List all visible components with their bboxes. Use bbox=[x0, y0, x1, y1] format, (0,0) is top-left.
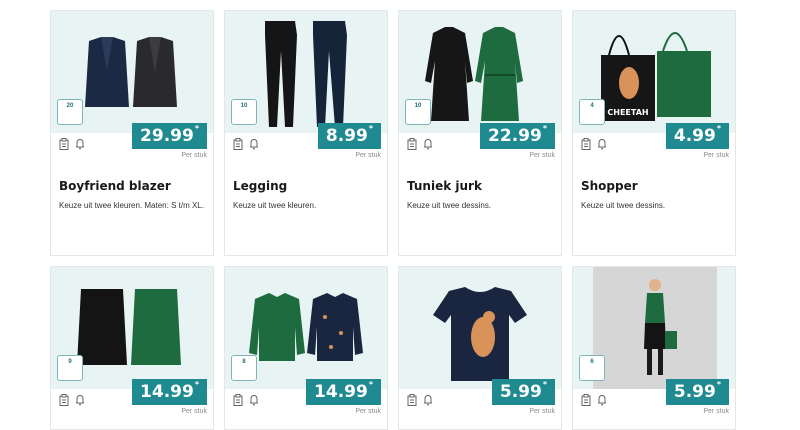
rating-badge: 4 bbox=[579, 99, 605, 125]
rating-badge: 6 bbox=[579, 355, 605, 381]
price-unit: Per stuk bbox=[181, 408, 207, 415]
product-image[interactable]: 10 bbox=[225, 11, 387, 133]
bell-icon[interactable] bbox=[249, 394, 259, 406]
price-value: 14.99 bbox=[314, 382, 368, 402]
price-unit: Per stuk bbox=[355, 408, 381, 415]
price-value: 8.99 bbox=[325, 126, 368, 146]
tshirt-image bbox=[433, 287, 527, 381]
price-value: 5.99 bbox=[499, 382, 542, 402]
clipboard-icon[interactable] bbox=[59, 138, 69, 150]
price-mark: * bbox=[716, 380, 721, 389]
clipboard-icon[interactable] bbox=[581, 394, 591, 406]
product-card-shopper[interactable]: CHEETAH 4 4.99* Per stuk Shopper Keuze u… bbox=[572, 10, 736, 256]
bell-icon[interactable] bbox=[249, 138, 259, 150]
action-icons bbox=[581, 138, 607, 150]
price-mark: * bbox=[542, 124, 547, 133]
product-description: Keuze uit twee dessins. bbox=[407, 201, 492, 210]
product-image[interactable]: 8 bbox=[225, 267, 387, 389]
price-unit: Per stuk bbox=[703, 152, 729, 159]
price-tag: 14.99* bbox=[306, 379, 381, 405]
price-mark: * bbox=[716, 124, 721, 133]
price-value: 29.99 bbox=[140, 126, 194, 146]
rating-badge: 10 bbox=[231, 99, 257, 125]
price-tag: 14.99* bbox=[132, 379, 207, 405]
bell-icon[interactable] bbox=[423, 394, 433, 406]
clipboard-icon[interactable] bbox=[407, 394, 417, 406]
badge-value: 10 bbox=[414, 103, 422, 109]
action-icons bbox=[233, 394, 259, 406]
price-tag: 8.99* bbox=[317, 123, 381, 149]
bell-icon[interactable] bbox=[75, 394, 85, 406]
product-title[interactable]: Legging bbox=[233, 179, 287, 193]
price-value: 14.99 bbox=[140, 382, 194, 402]
price-tag: 4.99* bbox=[665, 123, 729, 149]
price-unit: Per stuk bbox=[355, 152, 381, 159]
action-icons bbox=[59, 394, 85, 406]
price-mark: * bbox=[368, 380, 373, 389]
price-tag: 5.99* bbox=[491, 379, 555, 405]
product-card-tshirt[interactable]: 5.99* Per stuk bbox=[398, 266, 562, 430]
product-card-tuniek-jurk[interactable]: 10 22.99* Per stuk Tuniek jurk Keuze uit… bbox=[398, 10, 562, 256]
product-image[interactable]: 10 bbox=[399, 11, 561, 133]
clipboard-icon[interactable] bbox=[581, 138, 591, 150]
badge-value: 6 bbox=[590, 359, 594, 365]
product-title[interactable]: Boyfriend blazer bbox=[59, 179, 171, 193]
clipboard-icon[interactable] bbox=[233, 138, 243, 150]
clipboard-icon[interactable] bbox=[407, 138, 417, 150]
badge-value: 9 bbox=[68, 359, 72, 365]
price-tag: 5.99* bbox=[665, 379, 729, 405]
product-image[interactable]: CHEETAH 4 bbox=[573, 11, 735, 133]
price-mark: * bbox=[194, 124, 199, 133]
price-unit: Per stuk bbox=[529, 152, 555, 159]
badge-value: 8 bbox=[242, 359, 246, 365]
product-card-skirt[interactable]: 9 14.99* Per stuk bbox=[50, 266, 214, 430]
product-image[interactable]: 9 bbox=[51, 267, 213, 389]
price-value: 22.99 bbox=[488, 126, 542, 146]
action-icons bbox=[59, 138, 85, 150]
product-title[interactable]: Shopper bbox=[581, 179, 638, 193]
price-mark: * bbox=[542, 380, 547, 389]
product-card-blouse[interactable]: 8 14.99* Per stuk bbox=[224, 266, 388, 430]
price-unit: Per stuk bbox=[529, 408, 555, 415]
rating-badge: 8 bbox=[231, 355, 257, 381]
price-mark: * bbox=[194, 380, 199, 389]
bag-print-text: CHEETAH bbox=[607, 108, 648, 117]
product-card-legging[interactable]: 10 8.99* Per stuk Legging Keuze uit twee… bbox=[224, 10, 388, 256]
price-mark: * bbox=[368, 124, 373, 133]
badge-value: 4 bbox=[590, 103, 594, 109]
product-image[interactable] bbox=[399, 267, 561, 389]
rating-badge: 9 bbox=[57, 355, 83, 381]
price-unit: Per stuk bbox=[181, 152, 207, 159]
product-title[interactable]: Tuniek jurk bbox=[407, 179, 482, 193]
product-description: Keuze uit twee dessins. bbox=[581, 201, 666, 210]
product-description: Keuze uit twee kleuren. bbox=[233, 201, 317, 210]
product-card-outfit[interactable]: 6 5.99* Per stuk bbox=[572, 266, 736, 430]
bell-icon[interactable] bbox=[75, 138, 85, 150]
bell-icon[interactable] bbox=[597, 138, 607, 150]
product-card-boyfriend-blazer[interactable]: 20 29.99* Per stuk Boyfriend blazer Keuz… bbox=[50, 10, 214, 256]
price-value: 5.99 bbox=[673, 382, 716, 402]
rating-badge: 10 bbox=[405, 99, 431, 125]
price-unit: Per stuk bbox=[703, 408, 729, 415]
price-tag: 29.99* bbox=[132, 123, 207, 149]
badge-value: 10 bbox=[240, 103, 248, 109]
price-tag: 22.99* bbox=[480, 123, 555, 149]
product-image[interactable]: 20 bbox=[51, 11, 213, 133]
action-icons bbox=[407, 394, 433, 406]
product-description: Keuze uit twee kleuren. Maten: S t/m XL. bbox=[59, 201, 204, 210]
action-icons bbox=[233, 138, 259, 150]
action-icons bbox=[581, 394, 607, 406]
rating-badge: 20 bbox=[57, 99, 83, 125]
price-value: 4.99 bbox=[673, 126, 716, 146]
action-icons bbox=[407, 138, 433, 150]
clipboard-icon[interactable] bbox=[59, 394, 69, 406]
bell-icon[interactable] bbox=[423, 138, 433, 150]
bell-icon[interactable] bbox=[597, 394, 607, 406]
badge-value: 20 bbox=[66, 103, 74, 109]
clipboard-icon[interactable] bbox=[233, 394, 243, 406]
product-image[interactable]: 6 bbox=[573, 267, 735, 389]
